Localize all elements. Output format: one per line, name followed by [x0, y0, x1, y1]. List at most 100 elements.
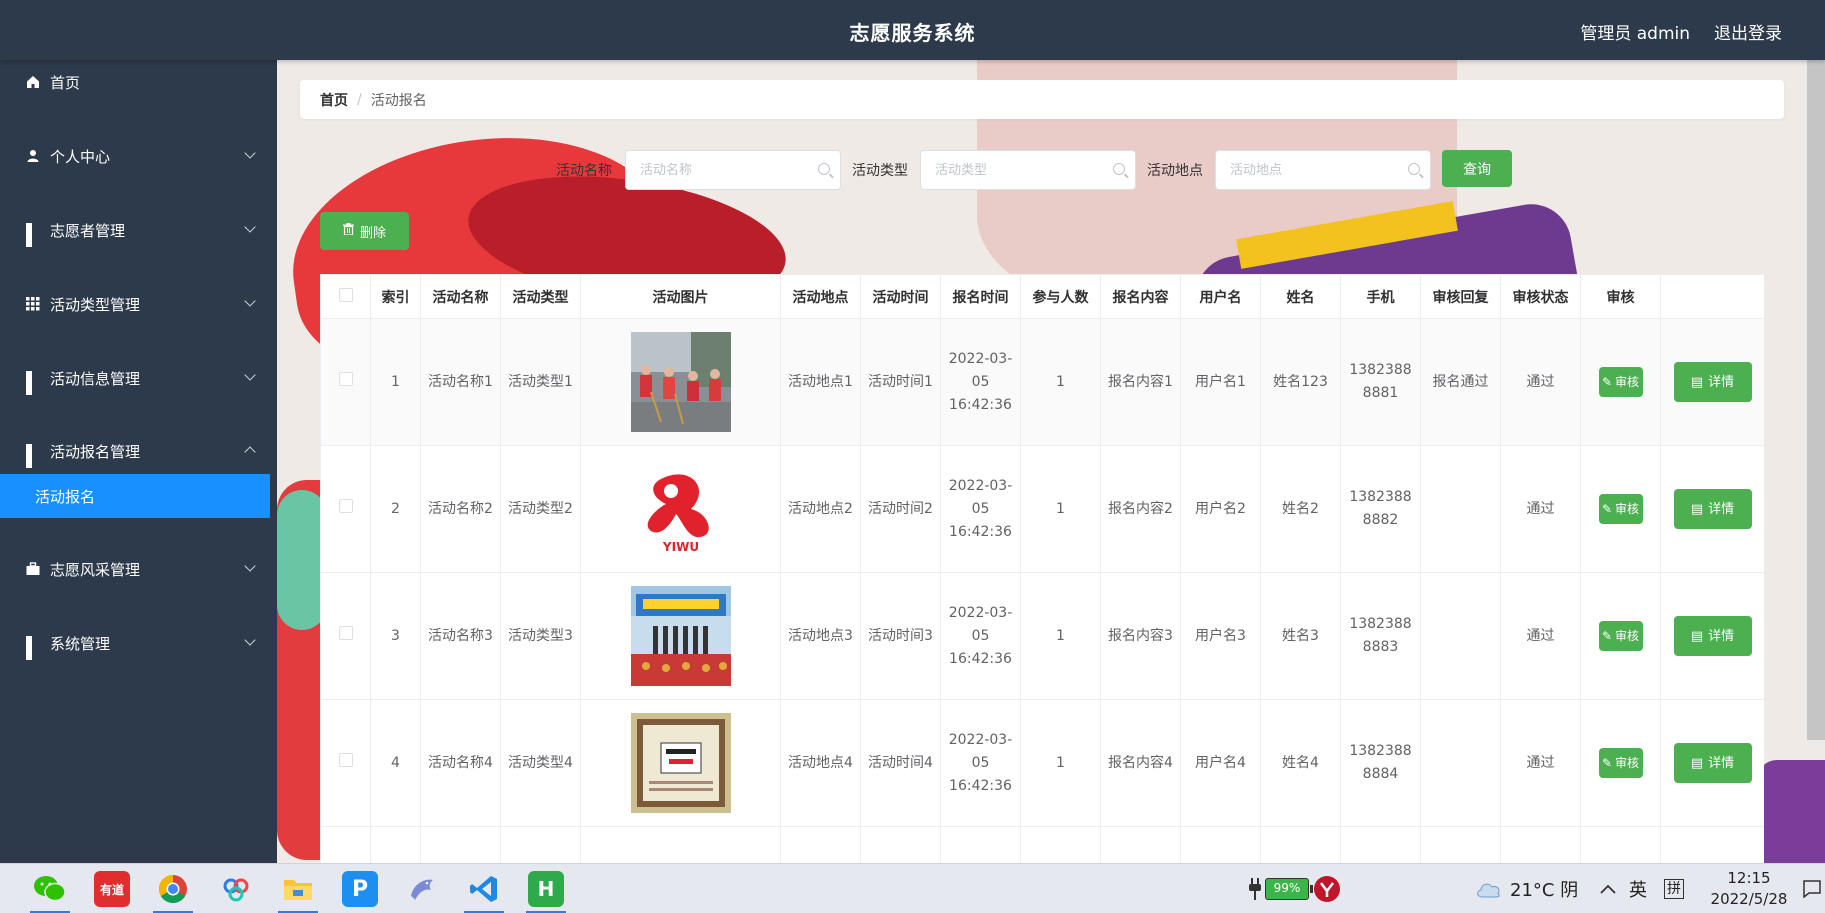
wechat-icon[interactable]: [32, 871, 68, 907]
cell-participant-count: 1: [1020, 572, 1101, 700]
row-checkbox[interactable]: [338, 371, 353, 386]
row-checkbox[interactable]: [338, 752, 353, 767]
chevron-up-icon: [244, 446, 256, 458]
breadcrumb-home[interactable]: 首页: [320, 90, 348, 110]
cell-activity-time: 活动时间1: [860, 318, 941, 446]
activity-name-input[interactable]: [640, 151, 810, 189]
review-button[interactable]: ✎ 审核: [1598, 494, 1643, 524]
cell-signup-content: 报名内容3: [1100, 572, 1181, 700]
cell-activity-image: YIWU: [580, 445, 781, 573]
cell-real-name: 姓名123: [1260, 318, 1341, 446]
input-language-indicator[interactable]: 英: [1629, 864, 1647, 913]
baidu-netdisk-icon[interactable]: [218, 871, 254, 907]
vscode-icon[interactable]: [466, 871, 502, 907]
sidebar-item-personal-center[interactable]: 个人中心: [0, 136, 270, 176]
input-method-indicator[interactable]: 拼: [1664, 864, 1684, 913]
review-button[interactable]: ✎ 审核: [1598, 621, 1643, 651]
delete-button[interactable]: 删除: [320, 212, 409, 250]
sidebar-item-activity-signup-mgmt[interactable]: 活动报名管理: [0, 431, 270, 471]
cell-phone: 13823888884: [1340, 699, 1421, 827]
document-icon: ▤: [1690, 755, 1704, 771]
detail-button[interactable]: ▤ 详情: [1673, 362, 1752, 402]
sidebar-item-home[interactable]: 首页: [0, 62, 270, 102]
query-button[interactable]: 查询: [1442, 150, 1512, 187]
antivirus-tray-icon[interactable]: [1313, 864, 1341, 913]
column-header: 用户名: [1180, 274, 1261, 319]
briefcase-icon: [26, 562, 40, 576]
document-icon: ▤: [1690, 501, 1704, 517]
activity-place-field[interactable]: [1215, 150, 1431, 190]
cell-review-reply: [1420, 572, 1501, 700]
review-button[interactable]: ✎ 审核: [1598, 367, 1643, 397]
cell-real-name: 姓名2: [1260, 445, 1341, 573]
clock[interactable]: 12:15 2022/5/28: [1704, 868, 1794, 910]
column-header: 活动名称: [420, 274, 501, 319]
column-header: 审核: [1580, 274, 1661, 319]
file-explorer-icon[interactable]: [280, 871, 316, 907]
dolphin-app-icon[interactable]: [404, 871, 440, 907]
detail-button[interactable]: ▤ 详情: [1673, 489, 1752, 529]
sidebar-item-activity-info-mgmt[interactable]: 活动信息管理: [0, 358, 270, 398]
battery-indicator[interactable]: 99%: [1265, 864, 1313, 913]
detail-button[interactable]: ▤ 详情: [1673, 743, 1752, 783]
cell-activity-name: 活动名称3: [420, 572, 501, 700]
sidebar-item-label: 活动类型管理: [50, 295, 141, 314]
grid-icon: [26, 223, 40, 247]
signup-table: 索引 活动名称 活动类型 活动图片 活动地点 活动时间 报名时间 参与人数 报名…: [320, 274, 1764, 863]
cell-activity-name: 活动名称2: [420, 445, 501, 573]
top-header: 志愿服务系统 管理员 admin 退出登录: [0, 0, 1825, 60]
select-all-checkbox[interactable]: [338, 287, 353, 302]
sidebar-subitem-activity-signup[interactable]: 活动报名: [0, 474, 270, 518]
cell-signup-time: 2022-03-05 16:42:36: [940, 572, 1021, 700]
column-header: 手机: [1340, 274, 1421, 319]
sidebar-item-activity-type-mgmt[interactable]: 活动类型管理: [0, 284, 270, 324]
cell-activity-time: 活动时间3: [860, 572, 941, 700]
sidebar-item-volunteer-showcase-mgmt[interactable]: 志愿风采管理: [0, 549, 270, 589]
chevron-down-icon: [244, 221, 256, 233]
column-header: 活动类型: [500, 274, 581, 319]
activity-photo-book-poster: [630, 713, 731, 813]
cell-signup-content: 报名内容4: [1100, 699, 1181, 827]
clock-date: 2022/5/28: [1710, 890, 1788, 908]
cell-activity-image: [580, 572, 781, 700]
row-checkbox[interactable]: [338, 498, 353, 513]
sidebar-item-label: 志愿风采管理: [50, 560, 141, 579]
weather-text[interactable]: 21°C 阴: [1510, 864, 1578, 913]
sidebar-item-volunteer-mgmt[interactable]: 志愿者管理: [0, 210, 270, 250]
table-row: 4 活动名称4 活动类型4 活动地点4 活动时间4 2022-03-05 16:…: [320, 699, 1764, 827]
review-button[interactable]: ✎ 审核: [1598, 748, 1643, 778]
chevron-up-icon[interactable]: [1600, 864, 1616, 913]
edit-icon: ✎: [1601, 501, 1613, 516]
column-header: 审核状态: [1500, 274, 1581, 319]
activity-type-field[interactable]: [920, 150, 1136, 190]
grid-icon: [26, 636, 40, 660]
youdao-icon[interactable]: 有道: [94, 871, 130, 907]
detail-button[interactable]: ▤ 详情: [1673, 616, 1752, 656]
chevron-down-icon: [244, 147, 256, 159]
cell-review-status: 通过: [1500, 318, 1581, 446]
activity-type-input[interactable]: [935, 151, 1105, 189]
notification-icon[interactable]: [1803, 864, 1821, 913]
logout-link[interactable]: 退出登录: [1714, 19, 1782, 44]
sidebar-item-system-mgmt[interactable]: 系统管理: [0, 623, 270, 663]
column-header: 活动时间: [860, 274, 941, 319]
activity-name-field[interactable]: [625, 150, 841, 190]
cell-username: 用户名1: [1180, 318, 1261, 446]
chrome-icon[interactable]: [155, 871, 191, 907]
cell-index: 4: [370, 699, 421, 827]
row-checkbox[interactable]: [338, 625, 353, 640]
grid-icon: [26, 444, 40, 468]
hbuilder-icon[interactable]: H: [528, 871, 564, 907]
cell-activity-place: 活动地点4: [780, 699, 861, 827]
sidebar-item-label: 活动信息管理: [50, 369, 141, 388]
p-app-icon[interactable]: P: [342, 871, 378, 907]
power-plug-icon: [1248, 864, 1262, 913]
cell-signup-content: 报名内容2: [1100, 445, 1181, 573]
trash-icon: [342, 223, 354, 239]
table-row: 3 活动名称3 活动类型3 活动地点3 活动时间3 2022-03-05 16:…: [320, 572, 1764, 700]
activity-name-label: 活动名称: [556, 163, 612, 179]
activity-place-input[interactable]: [1230, 151, 1400, 189]
table-row: 1 活动名称1 活动类型1 活动地点1 活动时间1 2022-03-05 16:…: [320, 318, 1764, 446]
detail-button-label: 详情: [1708, 628, 1735, 644]
cell-participant-count: 1: [1020, 445, 1101, 573]
